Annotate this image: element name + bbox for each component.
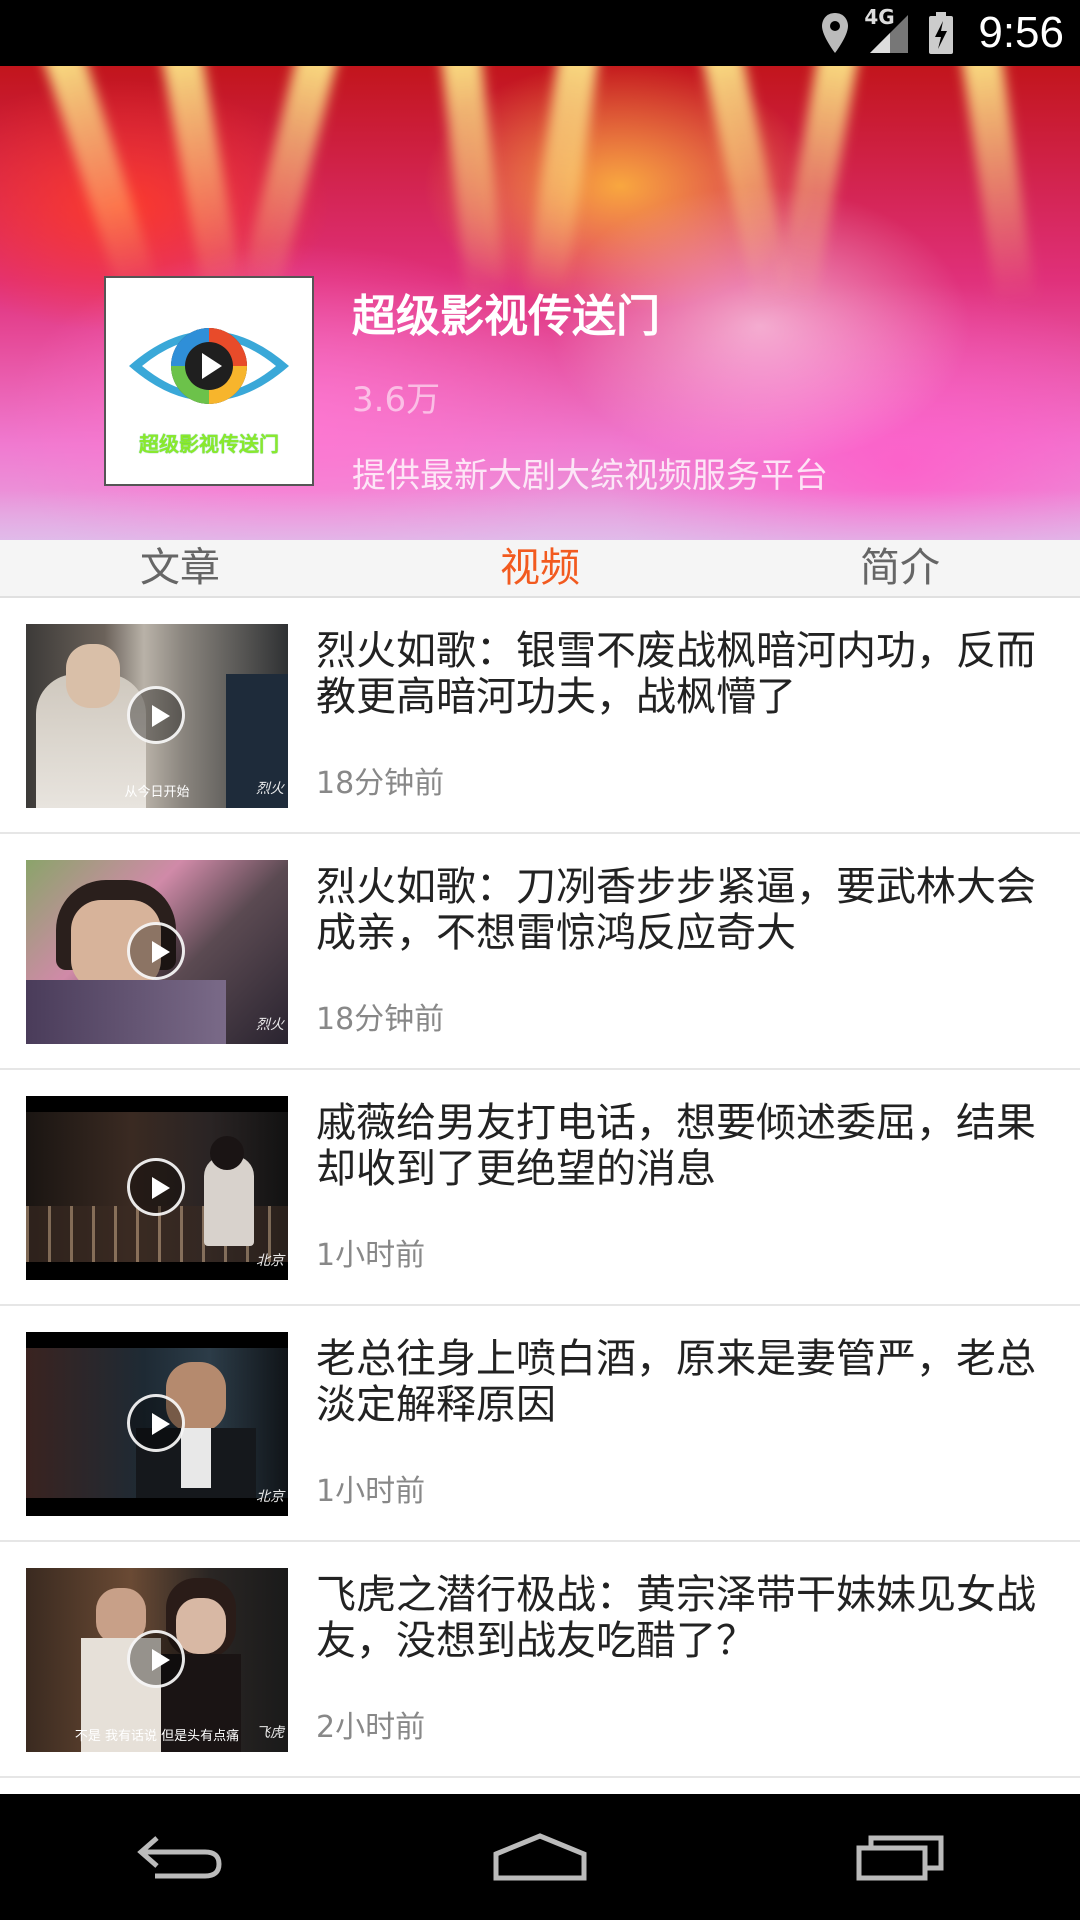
tab-intro[interactable]: 简介 (720, 540, 1080, 596)
play-icon (127, 922, 185, 980)
video-subtitle: 从今日开始 (124, 785, 190, 800)
clock: 9:56 (978, 8, 1064, 57)
watermark-icon: 北京 (256, 1253, 284, 1269)
video-title[interactable]: 烈火如歌：银雪不废战枫暗河内功，反而教更高暗河功夫，战枫懵了 (316, 628, 1046, 720)
location-icon (820, 11, 850, 55)
watermark-icon: 北京 (256, 1489, 284, 1505)
video-title[interactable]: 飞虎之潜行极战：黄宗泽带干妹妹见女战友，没想到战友吃醋了？ (316, 1572, 1046, 1664)
video-thumbnail[interactable]: 飞虎 不是 我有话说 但是头有点痛 (26, 1568, 288, 1752)
watermark-icon: 烈火 (256, 1017, 284, 1033)
tab-bar: 文章 视频 简介 (0, 540, 1080, 598)
video-subtitle: 不是 我有话说 但是头有点痛 (74, 1729, 240, 1744)
home-icon (493, 1833, 587, 1881)
video-thumbnail[interactable]: 北京 (26, 1096, 288, 1280)
back-icon (137, 1836, 222, 1879)
video-title[interactable]: 烈火如歌：刀冽香步步紧逼，要武林大会成亲，不想雷惊鸿反应奇大 (316, 864, 1046, 956)
video-time: 1小时前 (316, 1474, 426, 1509)
video-thumbnail[interactable]: 烈火 (26, 860, 288, 1044)
video-time: 18分钟前 (316, 766, 445, 801)
list-item[interactable]: 北京 老总往身上喷白酒，原来是妻管严，老总淡定解释原因 1小时前 (0, 1306, 1080, 1542)
list-item[interactable]: 烈火 烈火如歌：刀冽香步步紧逼，要武林大会成亲，不想雷惊鸿反应奇大 18分钟前 (0, 834, 1080, 1070)
eye-logo-icon (129, 327, 289, 404)
list-item[interactable]: 北京 戚薇给男友打电话，想要倾述委屈，结果却收到了更绝望的消息 1小时前 (0, 1070, 1080, 1306)
channel-logo[interactable]: 超级影视传送门 (104, 276, 314, 486)
channel-banner: 超级影视传送门 超级影视传送门 3.6万 提供最新大剧大综视频服务平台 (0, 66, 1080, 540)
play-icon (127, 1158, 185, 1216)
video-thumbnail[interactable]: 北京 (26, 1332, 288, 1516)
video-time: 18分钟前 (316, 1002, 445, 1037)
network-type: 4G (864, 5, 895, 29)
recents-icon (856, 1835, 944, 1881)
video-thumbnail[interactable]: 烈火 从今日开始 (26, 624, 288, 808)
home-button[interactable] (480, 1817, 600, 1897)
follower-count: 3.6万 (352, 380, 441, 420)
back-button[interactable] (120, 1817, 240, 1897)
channel-name: 超级影视传送门 (352, 291, 660, 342)
list-item[interactable]: 烈火 从今日开始 烈火如歌：银雪不废战枫暗河内功，反而教更高暗河功夫，战枫懵了 … (0, 598, 1080, 834)
play-icon (127, 1394, 185, 1452)
channel-description: 提供最新大剧大综视频服务平台 (352, 456, 828, 496)
logo-text: 超级影视传送门 (139, 431, 279, 456)
video-time: 1小时前 (316, 1238, 426, 1273)
play-icon (127, 686, 185, 744)
play-icon (127, 1630, 185, 1688)
list-item[interactable]: 飞虎 不是 我有话说 但是头有点痛 飞虎之潜行极战：黄宗泽带干妹妹见女战友，没想… (0, 1542, 1080, 1778)
tab-videos[interactable]: 视频 (360, 540, 720, 596)
signal-icon: 4G (864, 5, 910, 55)
system-nav-bar (0, 1794, 1080, 1920)
battery-charging-icon (928, 11, 954, 55)
video-time: 2小时前 (316, 1710, 426, 1745)
tab-articles[interactable]: 文章 (0, 540, 360, 596)
recents-button[interactable] (840, 1817, 960, 1897)
video-title[interactable]: 戚薇给男友打电话，想要倾述委屈，结果却收到了更绝望的消息 (316, 1100, 1046, 1192)
video-list: 烈火 从今日开始 烈火如歌：银雪不废战枫暗河内功，反而教更高暗河功夫，战枫懵了 … (0, 598, 1080, 1778)
status-bar: 4G 9:56 (0, 0, 1080, 66)
video-title[interactable]: 老总往身上喷白酒，原来是妻管严，老总淡定解释原因 (316, 1336, 1046, 1428)
